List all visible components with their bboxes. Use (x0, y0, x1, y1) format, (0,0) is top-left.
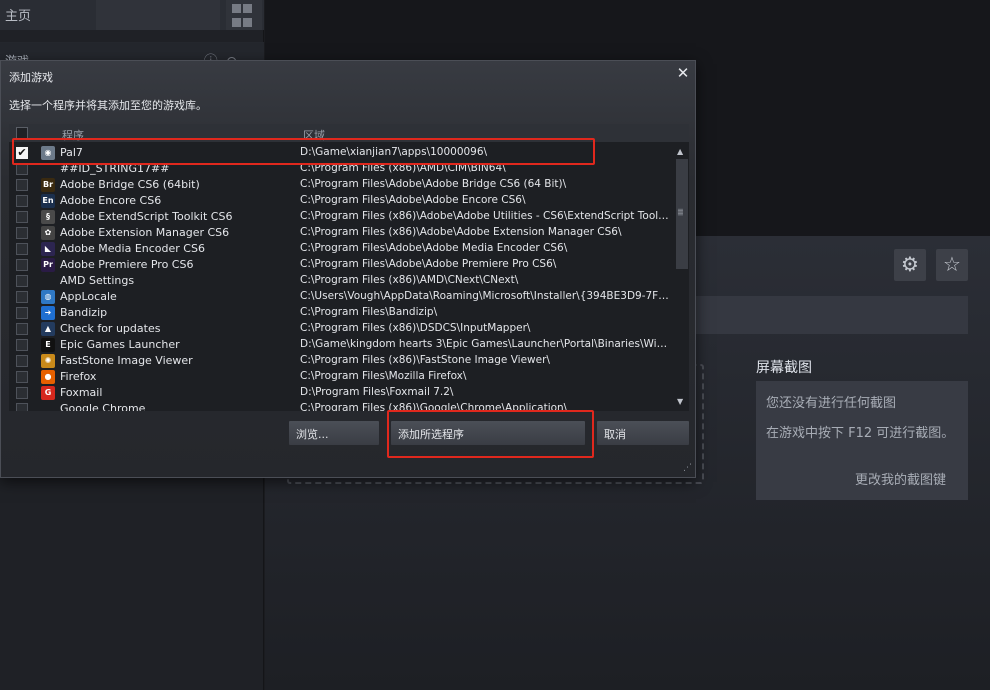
program-path: C:\Program Files (x86)\Adobe\Adobe Utili… (300, 210, 672, 222)
row-checkbox[interactable] (16, 275, 28, 287)
adobe-encore-icon: En (41, 194, 55, 208)
program-row[interactable]: ◣ Adobe Media Encoder CS6 C:\Program Files… (9, 241, 675, 257)
row-checkbox[interactable] (16, 291, 28, 303)
browse-button[interactable]: 浏览... (289, 421, 379, 445)
program-row[interactable]: ✿ Adobe Extension Manager CS6 C:\Program F… (9, 225, 675, 241)
dialog-title: 添加游戏 (9, 71, 53, 84)
row-checkbox[interactable] (16, 243, 28, 255)
program-row[interactable]: Pr Adobe Premiere Pro CS6 C:\Program Files… (9, 257, 675, 273)
program-row[interactable]: ● Firefox C:\Program Files\Mozilla Firefox… (9, 369, 675, 385)
highlight-add-button (387, 410, 594, 458)
program-rows: ✔ ◉ Pal7 D:\Game\xianjian7\apps\10000096\ ##… (9, 145, 675, 411)
info-bar (650, 296, 968, 334)
close-button[interactable]: ✕ (675, 65, 691, 81)
applocale-icon: ◍ (41, 290, 55, 304)
bandizip-icon: ➜ (41, 306, 55, 320)
cancel-button[interactable]: 取消 (597, 421, 689, 445)
grid-view-icon[interactable] (226, 0, 262, 30)
row-checkbox[interactable] (16, 227, 28, 239)
row-checkbox[interactable] (16, 259, 28, 271)
program-row[interactable]: ▲ Check for updates C:\Program Files (x86)… (9, 321, 675, 337)
scrollbar-thumb[interactable]: ≡ ≡ (676, 159, 688, 269)
adobe-bridge-icon: Br (41, 178, 55, 192)
program-path: C:\Program Files\Adobe\Adobe Premiere Pr… (300, 258, 557, 270)
row-checkbox[interactable] (16, 387, 28, 399)
program-name: AppLocale (60, 290, 117, 303)
row-checkbox[interactable] (16, 179, 28, 191)
faststone-icon: ✺ (41, 354, 55, 368)
program-name: Adobe Extension Manager CS6 (60, 226, 230, 239)
epic-games-icon: E (41, 338, 55, 352)
list-scrollbar[interactable]: ▲ ≡ ≡ ▼ (675, 145, 689, 411)
program-path: C:\Program Files (x86)\Adobe\Adobe Exten… (300, 226, 622, 238)
program-name: Google Chrome (60, 402, 146, 411)
program-name: Adobe Media Encoder CS6 (60, 242, 205, 255)
program-name: AMD Settings (60, 274, 135, 287)
change-screenshot-key-link[interactable]: 更改我的截图键 (855, 469, 946, 488)
program-path: D:\Program Files\Foxmail 7.2\ (300, 386, 454, 398)
row-checkbox[interactable] (16, 339, 28, 351)
premiere-pro-icon: Pr (41, 258, 55, 272)
inputmapper-icon: ▲ (41, 322, 55, 336)
program-path: C:\Program Files (x86)\AMD\CNext\CNext\ (300, 274, 519, 286)
program-row[interactable]: ◍ AppLocale C:\Users\Vough\AppData\Roaming… (9, 289, 675, 305)
program-row[interactable]: AMD Settings C:\Program Files (x86)\AMD\C… (9, 273, 675, 289)
resize-grip-icon[interactable]: ⋰ (683, 463, 692, 473)
program-row[interactable]: G Foxmail D:\Program Files\Foxmail 7.2\ (9, 385, 675, 401)
settings-gear-button[interactable]: ⚙ (894, 249, 926, 281)
scroll-up-icon[interactable]: ▲ (677, 147, 683, 156)
program-path: C:\Program Files\Mozilla Firefox\ (300, 370, 467, 382)
program-path: C:\Users\Vough\AppData\Roaming\Microsoft… (300, 290, 672, 302)
row-checkbox[interactable] (16, 403, 28, 411)
dialog-subtitle: 选择一个程序并将其添加至您的游戏库。 (9, 99, 207, 112)
program-row[interactable]: E Epic Games Launcher D:\Game\kingdom hear… (9, 337, 675, 353)
program-path: C:\Program Files\Adobe\Adobe Encore CS6\ (300, 194, 526, 206)
program-name: Adobe Bridge CS6 (64bit) (60, 178, 200, 191)
program-name: Adobe Encore CS6 (60, 194, 162, 207)
row-checkbox[interactable] (16, 371, 28, 383)
program-path: D:\Game\kingdom hearts 3\Epic Games\Laun… (300, 338, 672, 350)
program-path: C:\Program Files\Bandizip\ (300, 306, 438, 318)
scroll-down-icon[interactable]: ▼ (677, 397, 683, 406)
screenshots-title: 屏幕截图 (756, 360, 812, 376)
program-path: C:\Program Files (x86)\FastStone Image V… (300, 354, 550, 366)
program-name: Firefox (60, 370, 97, 383)
foxmail-icon: G (41, 386, 55, 400)
row-checkbox[interactable] (16, 355, 28, 367)
program-row[interactable]: § Adobe ExtendScript Toolkit CS6 C:\Progra… (9, 209, 675, 225)
extendscript-icon: § (41, 210, 55, 224)
program-path: C:\Program Files (x86)\DSDCS\InputMapper… (300, 322, 531, 334)
row-checkbox[interactable] (16, 211, 28, 223)
firefox-icon: ● (41, 370, 55, 384)
favorite-star-button[interactable]: ☆ (936, 249, 968, 281)
program-row[interactable]: ➜ Bandizip C:\Program Files\Bandizip\ (9, 305, 675, 321)
program-row[interactable]: En Adobe Encore CS6 C:\Program Files\Adobe… (9, 193, 675, 209)
program-name: Bandizip (60, 306, 108, 319)
program-name: Check for updates (60, 322, 161, 335)
screenshot-hint-text: 在游戏中按下 F12 可进行截图。 (766, 426, 955, 441)
program-list[interactable]: 程序 区域 ✔ ◉ Pal7 D:\Game\xianjian7\apps\10000… (9, 124, 689, 411)
row-checkbox[interactable] (16, 323, 28, 335)
highlight-pal7-row (12, 138, 595, 165)
program-row[interactable]: Br Adobe Bridge CS6 (64bit) C:\Program Fil… (9, 177, 675, 193)
home-label[interactable]: 主页 (5, 5, 31, 24)
program-name: Foxmail (60, 386, 103, 399)
program-name: Adobe Premiere Pro CS6 (60, 258, 194, 271)
screenshots-box: 您还没有进行任何截图 在游戏中按下 F12 可进行截图。 更改我的截图键 (756, 381, 968, 500)
row-checkbox[interactable] (16, 307, 28, 319)
program-path: C:\Program Files\Adobe\Adobe Media Encod… (300, 242, 568, 254)
program-path: C:\Program Files\Adobe\Adobe Bridge CS6 … (300, 178, 567, 190)
media-encoder-icon: ◣ (41, 242, 55, 256)
program-name: FastStone Image Viewer (60, 354, 193, 367)
no-screenshots-text: 您还没有进行任何截图 (766, 396, 897, 411)
program-row[interactable]: ✺ FastStone Image Viewer C:\Program Files … (9, 353, 675, 369)
steam-logo-icon (96, 0, 220, 30)
program-name: Adobe ExtendScript Toolkit CS6 (60, 210, 233, 223)
row-checkbox[interactable] (16, 195, 28, 207)
extension-manager-icon: ✿ (41, 226, 55, 240)
home-bar[interactable]: 主页 (0, 0, 264, 30)
program-name: Epic Games Launcher (60, 338, 180, 351)
